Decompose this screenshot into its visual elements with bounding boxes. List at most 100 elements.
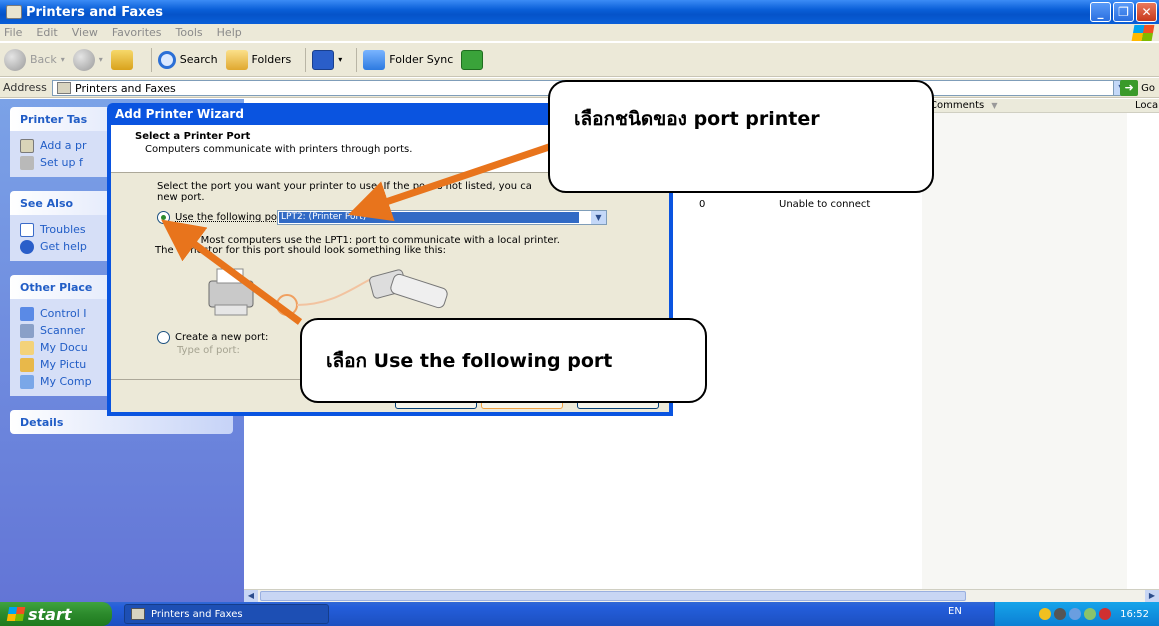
back-dropdown-icon: ▾ xyxy=(60,55,65,64)
help-icon xyxy=(20,222,34,237)
scroll-left-icon[interactable]: ◀ xyxy=(244,590,258,602)
toolbar-separator xyxy=(150,47,152,72)
my-computer-icon xyxy=(20,374,34,389)
back-button[interactable]: Back ▾ xyxy=(4,48,65,71)
clock[interactable]: 16:52 xyxy=(1120,609,1149,620)
task-label: Set up f xyxy=(40,156,83,169)
go-label: Go xyxy=(1141,82,1155,94)
messenger-icon[interactable] xyxy=(1084,608,1097,620)
toolbar-separator xyxy=(305,47,307,72)
alert-icon[interactable] xyxy=(1099,608,1112,620)
place-label: My Comp xyxy=(40,375,92,388)
network-icon[interactable] xyxy=(1069,608,1082,620)
instruction-text: Select the port you want your printer to… xyxy=(157,181,532,192)
search-icon xyxy=(157,50,176,69)
folders-icon xyxy=(225,49,248,70)
address-label: Address xyxy=(3,81,47,94)
window-title: Printers and Faxes xyxy=(26,4,164,20)
maximize-button[interactable]: ❐ xyxy=(1113,2,1134,22)
folder-sync-icon xyxy=(363,49,386,70)
scroll-right-icon[interactable]: ▶ xyxy=(1145,590,1159,602)
taskbar: start Printers and Faxes EN 16:52 xyxy=(0,602,1159,626)
volume-icon[interactable] xyxy=(1054,608,1067,620)
place-label: My Docu xyxy=(40,341,88,354)
create-new-port-radio[interactable] xyxy=(157,331,170,344)
horizontal-scrollbar[interactable]: ◀ ▶ xyxy=(244,589,1159,602)
minimize-button[interactable]: _ xyxy=(1090,2,1111,22)
sort-arrow-icon: ▼ xyxy=(991,101,998,110)
documents-count: 0 xyxy=(699,199,706,210)
place-label: Control I xyxy=(40,307,87,320)
refresh-icon xyxy=(461,49,484,70)
toolbar-separator xyxy=(356,47,358,72)
control-panel-icon xyxy=(20,306,34,321)
note-line-2: The c nector for this port should look so… xyxy=(155,245,446,256)
forward-dropdown-icon: ▾ xyxy=(98,55,103,64)
start-button[interactable]: start xyxy=(0,602,112,626)
add-printer-icon xyxy=(20,138,34,153)
menu-edit[interactable]: Edit xyxy=(36,26,57,39)
forward-arrow-icon xyxy=(72,48,95,71)
views-dropdown-icon: ▾ xyxy=(338,55,343,64)
printer-icon xyxy=(208,280,254,308)
up-folder-icon xyxy=(110,49,133,70)
windows-flag-icon xyxy=(6,607,26,621)
close-button[interactable]: ✕ xyxy=(1136,2,1157,22)
link-label: Troubles xyxy=(40,223,86,236)
search-button[interactable]: Search xyxy=(157,50,218,69)
task-label: Add a pr xyxy=(40,139,87,152)
views-button[interactable]: ▾ xyxy=(312,49,343,70)
back-label: Back xyxy=(30,53,57,66)
create-new-port-label[interactable]: Create a new port: xyxy=(175,332,268,343)
note-part: nector for this port should look somethi… xyxy=(190,245,446,256)
windows-logo-icon xyxy=(1131,25,1155,41)
menu-view[interactable]: View xyxy=(72,26,98,39)
port-select[interactable]: LPT2: (Printer Port) ▼ xyxy=(277,210,607,225)
printer-status: Unable to connect xyxy=(779,199,871,210)
search-label: Search xyxy=(179,53,218,66)
sorted-column-background xyxy=(922,113,1127,589)
column-comments[interactable]: Comments ▼ xyxy=(922,99,1127,113)
folders-label: Folders xyxy=(251,53,292,66)
toolbar: Back ▾ ▾ Search Folders ▾ Folder Sync xyxy=(0,43,1159,77)
folder-sync-button[interactable]: Folder Sync xyxy=(363,49,453,70)
menu-file[interactable]: File xyxy=(4,26,22,39)
security-icon[interactable] xyxy=(1039,608,1052,620)
fax-icon xyxy=(20,155,34,170)
refresh-button[interactable] xyxy=(461,49,487,70)
instruction-part: Select the port you want your printer to… xyxy=(157,181,426,192)
menu-bar: File Edit View Favorites Tools Help xyxy=(0,24,1159,42)
up-folder-button[interactable] xyxy=(110,49,137,70)
use-following-port-radio[interactable] xyxy=(157,211,170,224)
instruction-part: s not listed, you ca xyxy=(437,181,532,192)
start-label: start xyxy=(28,604,72,624)
folders-button[interactable]: Folders xyxy=(225,49,292,70)
printers-folder-icon xyxy=(57,82,71,94)
taskbar-item-printers[interactable]: Printers and Faxes xyxy=(124,604,329,624)
place-label: My Pictu xyxy=(40,358,87,371)
menu-favorites[interactable]: Favorites xyxy=(112,26,162,39)
port-highlight-icon xyxy=(276,294,298,316)
column-location[interactable]: Loca xyxy=(1127,99,1159,113)
menu-tools[interactable]: Tools xyxy=(176,26,203,39)
place-label: Scanner xyxy=(40,324,86,337)
scanner-icon xyxy=(20,323,34,338)
use-following-port-label[interactable]: Use the following port: xyxy=(175,212,288,223)
help-circle-icon xyxy=(20,239,34,254)
language-indicator[interactable]: EN xyxy=(948,606,962,617)
link-label: Get help xyxy=(40,240,87,253)
views-icon xyxy=(312,49,335,70)
back-arrow-icon xyxy=(4,48,26,71)
chevron-down-icon[interactable]: ▼ xyxy=(591,211,606,224)
my-documents-icon xyxy=(20,340,34,355)
taskbar-item-label: Printers and Faxes xyxy=(151,608,243,620)
menu-help[interactable]: Help xyxy=(217,26,242,39)
callout-use-port: เลือก Use the following port xyxy=(300,318,707,403)
window-titlebar: Printers and Faxes _ ❐ ✕ xyxy=(0,0,1159,24)
forward-button[interactable]: ▾ xyxy=(72,48,103,71)
callout-port-type: เลือกชนิดของ port printer xyxy=(548,80,934,193)
go-button[interactable]: ➜ Go xyxy=(1120,80,1155,96)
printers-folder-icon xyxy=(6,5,22,19)
scrollbar-thumb[interactable] xyxy=(260,591,966,601)
printers-folder-icon xyxy=(131,608,145,620)
